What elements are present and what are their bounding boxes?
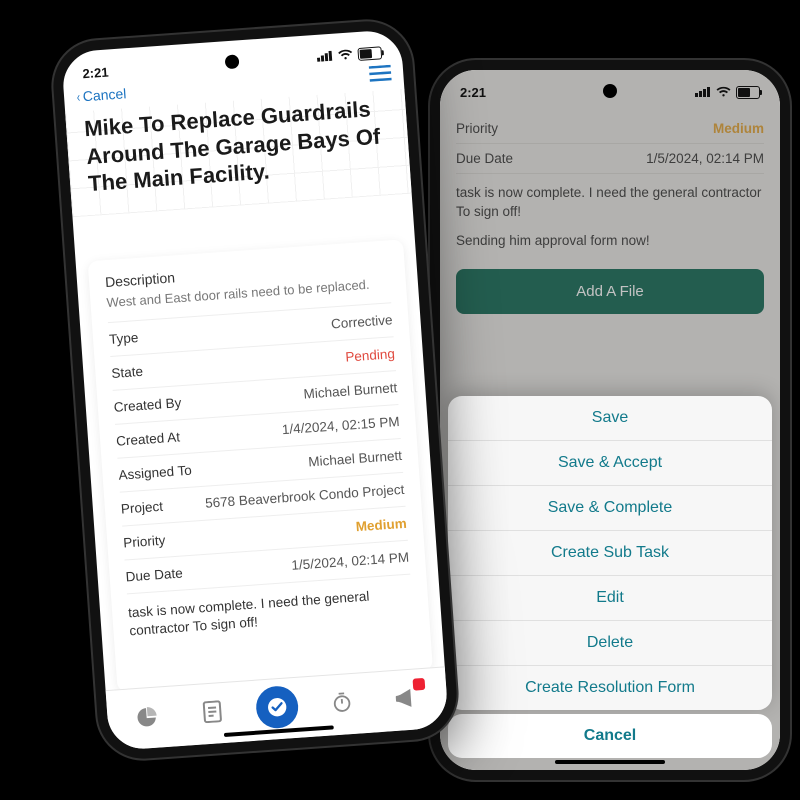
status-time: 2:21 [460,85,486,100]
phone-task-detail: 2:21 ‹ Cancel Mike To Replace G [50,18,459,761]
action-save[interactable]: Save [448,396,772,441]
battery-icon [736,86,760,99]
tab-documents[interactable] [190,689,235,734]
home-indicator[interactable] [555,760,665,764]
action-sheet-cancel[interactable]: Cancel [448,714,772,758]
check-circle-icon [265,695,288,718]
row-key: Project [120,498,163,516]
tab-tasks[interactable] [255,685,300,730]
signal-icon [316,48,333,64]
action-label: Save [592,409,628,426]
notification-badge [412,678,425,691]
detail-card: Description West and East door rails nee… [88,239,433,692]
status-time: 2:21 [82,64,109,81]
row-key: Created At [116,429,181,448]
tab-announcements[interactable] [384,676,429,721]
wifi-icon [716,85,731,100]
tab-dashboard[interactable] [125,694,170,739]
row-key: Priority [123,532,166,550]
action-create-resolution-form[interactable]: Create Resolution Form [448,666,772,710]
row-key: State [111,363,144,380]
row-value: Michael Burnett [303,380,398,402]
action-label: Delete [587,634,633,651]
camera-cutout [603,84,617,98]
row-value: Pending [345,346,395,364]
row-key: Created By [113,395,181,415]
wifi-icon [337,47,353,63]
action-save-complete[interactable]: Save & Complete [448,486,772,531]
row-key: Type [109,330,139,347]
battery-icon [357,46,382,61]
tab-time[interactable] [319,680,364,725]
row-key: Assigned To [118,462,192,482]
stopwatch-icon [330,691,353,714]
row-value: 1/4/2024, 02:15 PM [281,414,400,437]
page-title: Mike To Replace Guardrails Around The Ga… [83,94,392,198]
signal-icon [695,85,711,100]
phone-action-sheet: 2:21 Priority Medium Due Date 1/5/2024, … [430,60,790,780]
action-label: Save & Complete [548,499,673,516]
action-label: Save & Accept [558,454,662,471]
action-label: Edit [596,589,624,606]
document-icon [202,700,223,723]
row-key: Due Date [125,565,183,584]
row-value: 1/5/2024, 02:14 PM [291,549,410,572]
action-edit[interactable]: Edit [448,576,772,621]
row-value: Medium [355,515,407,534]
cancel-label: Cancel [584,727,636,744]
action-save-accept[interactable]: Save & Accept [448,441,772,486]
row-value: Michael Burnett [308,447,403,469]
row-value: Corrective [331,312,393,331]
action-delete[interactable]: Delete [448,621,772,666]
pie-chart-icon [136,705,159,728]
row-value: 5678 Beaverbrook Condo Project [205,481,405,510]
action-label: Create Sub Task [551,544,669,561]
action-sheet: Save Save & Accept Save & Complete Creat… [448,396,772,710]
action-create-sub-task[interactable]: Create Sub Task [448,531,772,576]
action-label: Create Resolution Form [525,679,695,696]
